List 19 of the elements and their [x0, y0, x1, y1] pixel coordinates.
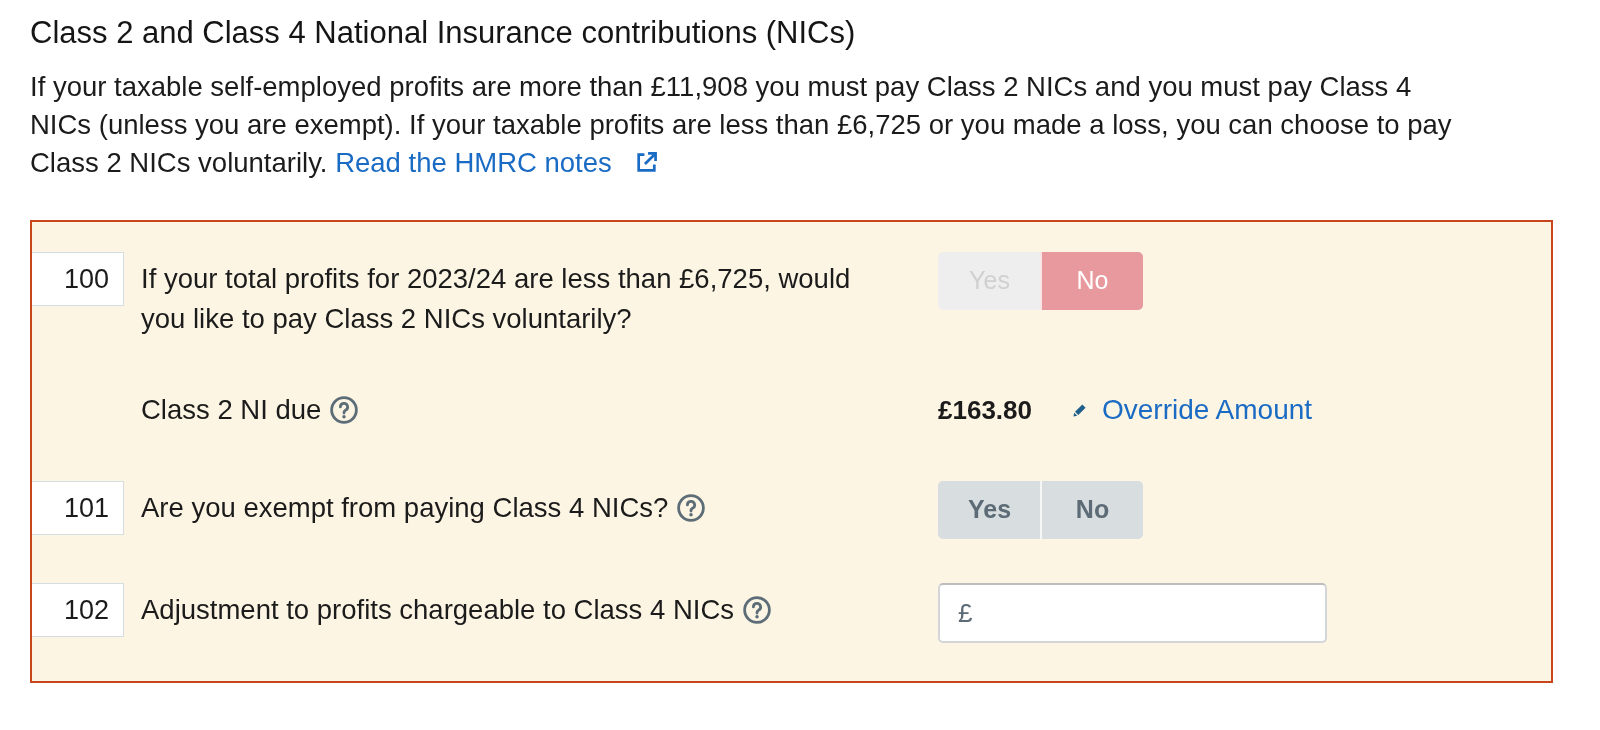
question-number: 100 — [32, 252, 124, 306]
question-number: 102 — [32, 583, 124, 637]
intro-paragraph: If your taxable self-employed profits are more than £11,908 you must pay Class 2 NICs and you must pay Class 4 NICs (unless you are exempt). If your taxable profits are less than £6,725 or you made a loss, you can choose to pay Class 2 NICs voluntarily. Read the HMRC notes — [30, 70, 1453, 180]
answer-option[interactable]: Yes — [938, 481, 1041, 539]
amount-input[interactable]: £ — [938, 583, 1327, 643]
question-label: If your total profits for 2023/24 are less than £6,725, would you like to pay Class 2 NICs voluntarily? — [141, 263, 851, 334]
help-icon[interactable] — [330, 396, 359, 424]
answer-option[interactable]: No — [1040, 481, 1143, 539]
question-label: Class 2 NI due — [141, 394, 322, 425]
section-heading: Class 2 and Class 4 National Insurance contributions (NICs) — [30, 14, 857, 52]
help-icon[interactable] — [677, 494, 706, 522]
question-number: 101 — [32, 481, 124, 535]
question-label: Adjustment to profits chargeable to Class 4 NICs — [141, 594, 735, 625]
question-label: Are you exempt from paying Class 4 NICs? — [141, 492, 669, 523]
help-icon[interactable] — [743, 596, 772, 624]
hmrc-notes-link[interactable]: Read the HMRC notes — [335, 147, 659, 178]
override-amount-link[interactable]: Override Amount — [1102, 389, 1313, 431]
pencil-icon[interactable] — [1072, 402, 1087, 418]
amount-value: £163.80 — [938, 393, 1032, 427]
